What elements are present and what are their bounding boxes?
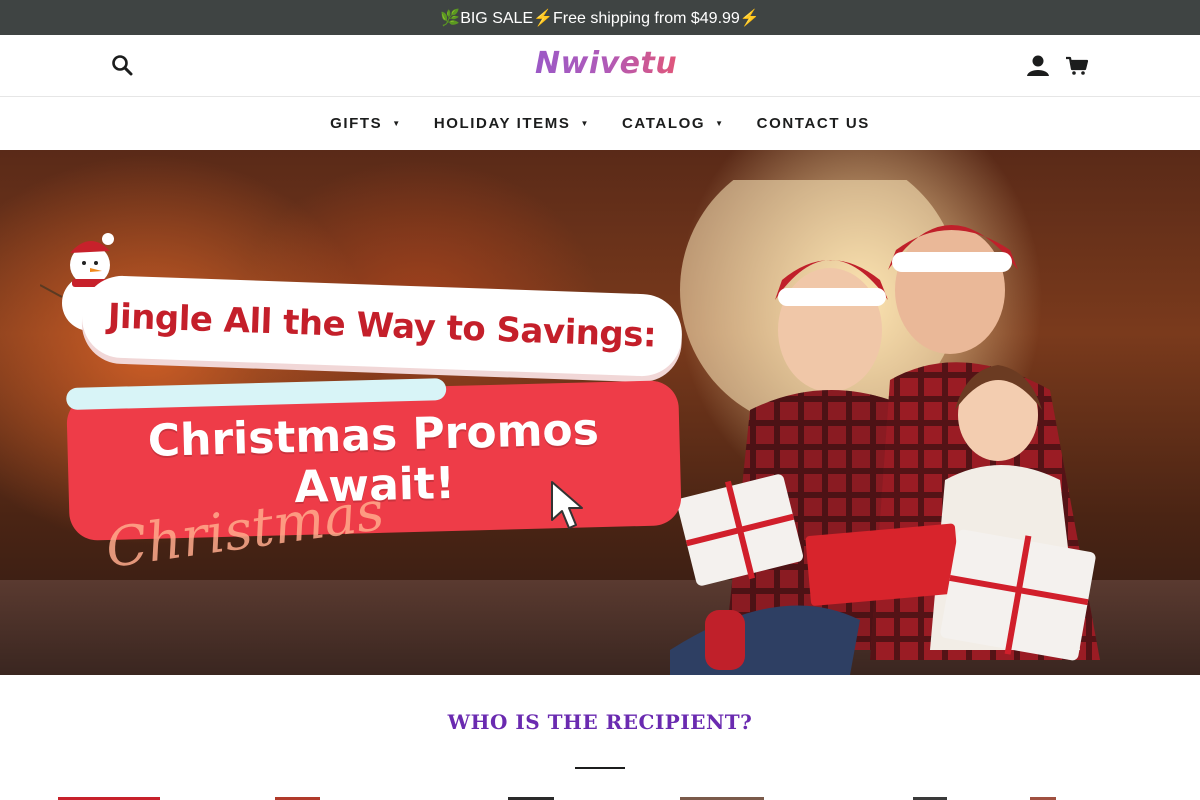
hero-headline-line1: Christmas Promos	[147, 403, 600, 467]
nav-item-catalog[interactable]: CATALOG ▼	[606, 97, 741, 150]
site-header: Nwivetu	[0, 35, 1200, 97]
cart-button[interactable]	[1065, 54, 1089, 78]
nav-item-label: CATALOG	[622, 115, 706, 132]
search-icon	[112, 55, 133, 76]
caret-down-icon: ▼	[715, 119, 725, 128]
nav-item-gifts[interactable]: GIFTS ▼	[314, 97, 418, 150]
cart-icon	[1066, 56, 1089, 75]
nav-item-label: CONTACT US	[756, 115, 870, 132]
caret-down-icon: ▼	[580, 119, 590, 128]
section-divider	[575, 767, 625, 769]
nav-item-holiday-items[interactable]: HOLIDAY ITEMS ▼	[418, 97, 606, 150]
caret-down-icon: ▼	[392, 119, 402, 128]
account-button[interactable]	[1026, 54, 1050, 78]
hero-banner[interactable]: Jingle All the Way to Savings: Christmas…	[0, 150, 1200, 675]
pointer-cursor-icon	[551, 481, 583, 529]
announcement-text: 🌿BIG SALE⚡Free shipping from $49.99⚡	[440, 9, 760, 27]
logo-text: Nwivetu	[535, 45, 678, 81]
user-icon	[1027, 55, 1049, 76]
family-photo-illustration	[670, 180, 1100, 675]
snow-cap-decoration	[65, 378, 447, 411]
nav-item-label: HOLIDAY ITEMS	[433, 115, 571, 132]
site-logo[interactable]: Nwivetu	[535, 43, 677, 83]
nav-item-contact-us[interactable]: CONTACT US	[741, 97, 886, 150]
main-nav: GIFTS ▼ HOLIDAY ITEMS ▼ CATALOG ▼ CONTAC…	[0, 97, 1200, 150]
hero-headline-pill: Jingle All the Way to Savings:	[80, 274, 684, 378]
announcement-bar: 🌿BIG SALE⚡Free shipping from $49.99⚡	[0, 0, 1200, 35]
search-button[interactable]	[110, 53, 136, 79]
section-title-recipient: WHO IS THE RECIPIENT?	[447, 710, 753, 734]
nav-item-label: GIFTS	[330, 115, 383, 132]
hero-headline-top: Jingle All the Way to Savings:	[107, 296, 657, 356]
